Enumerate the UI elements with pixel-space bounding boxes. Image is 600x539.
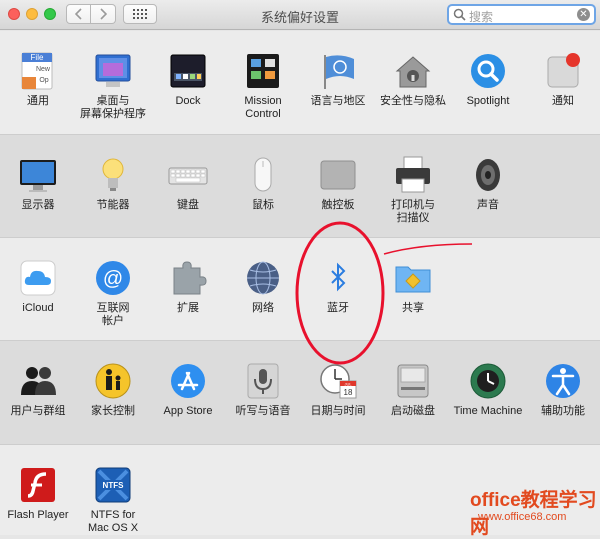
watermark-url: www.office68.com (478, 511, 567, 523)
annotation-circle (295, 221, 473, 365)
